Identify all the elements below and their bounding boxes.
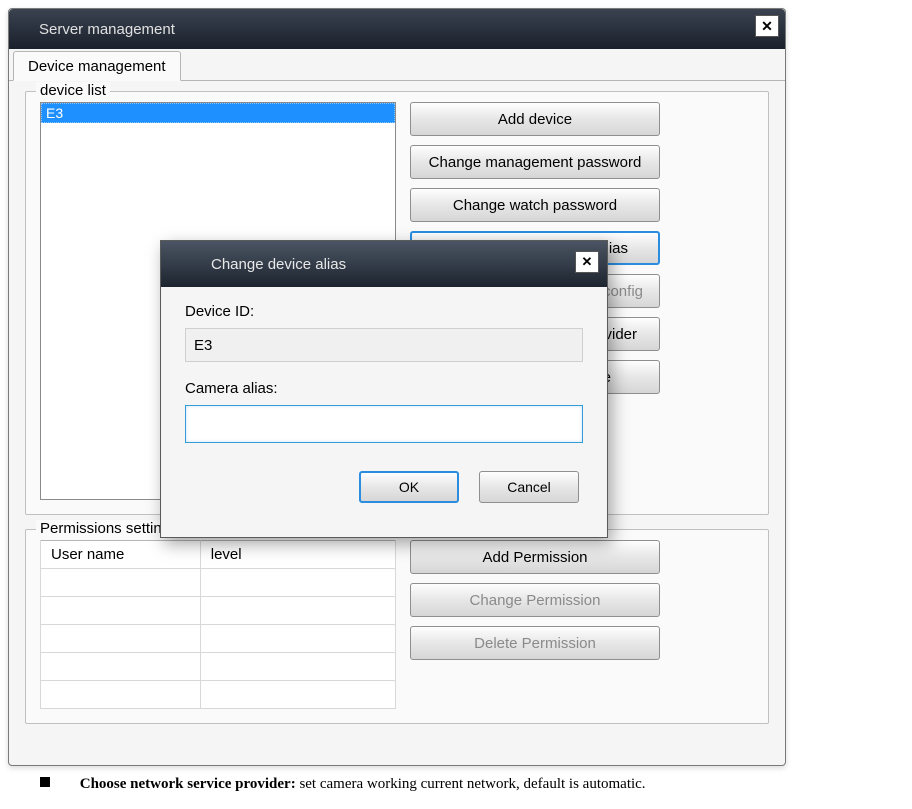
change-device-alias-dialog: Change device alias ✕ Device ID: Camera … — [160, 240, 608, 538]
change-watch-password-button[interactable]: Change watch password — [410, 188, 660, 222]
permissions-col-user[interactable]: User name — [41, 541, 201, 569]
device-id-label: Device ID: — [185, 303, 583, 320]
table-cell[interactable] — [200, 625, 395, 653]
table-cell[interactable] — [41, 597, 201, 625]
change-permission-button[interactable]: Change Permission — [410, 583, 660, 617]
add-permission-button[interactable]: Add Permission — [410, 540, 660, 574]
footnote-rest: set camera working current network, defa… — [296, 776, 646, 792]
table-cell[interactable] — [41, 569, 201, 597]
change-management-password-button[interactable]: Change management password — [410, 145, 660, 179]
table-cell[interactable] — [41, 681, 201, 709]
table-cell[interactable] — [41, 625, 201, 653]
cancel-button[interactable]: Cancel — [479, 471, 579, 503]
modal-title: Change device alias — [211, 256, 346, 273]
close-icon: ✕ — [582, 254, 593, 270]
modal-close-button[interactable]: ✕ — [575, 251, 599, 273]
permission-buttons-column: Add Permission Change Permission Delete … — [410, 540, 660, 660]
bullet-icon — [40, 777, 50, 787]
delete-permission-button[interactable]: Delete Permission — [410, 626, 660, 660]
device-id-field — [185, 328, 583, 362]
permissions-group: Permissions setting User name level Add … — [25, 529, 769, 724]
footnote-bold: Choose network service provider: — [80, 776, 296, 792]
close-icon: ✕ — [761, 18, 773, 35]
camera-alias-label: Camera alias: — [185, 380, 583, 397]
device-list-item[interactable]: E3 — [41, 103, 395, 123]
main-window-title: Server management — [39, 21, 175, 38]
modal-body: Device ID: Camera alias: OK Cancel — [161, 287, 607, 513]
table-cell[interactable] — [200, 597, 395, 625]
table-cell[interactable] — [200, 653, 395, 681]
table-cell[interactable] — [41, 653, 201, 681]
modal-button-row: OK Cancel — [185, 471, 583, 503]
main-close-button[interactable]: ✕ — [755, 15, 779, 37]
tab-strip: Device management — [9, 49, 785, 81]
table-cell[interactable] — [200, 681, 395, 709]
permissions-label: Permissions setting — [36, 520, 174, 537]
device-list-label: device list — [36, 82, 110, 99]
table-cell[interactable] — [200, 569, 395, 597]
modal-titlebar: Change device alias ✕ — [161, 241, 607, 287]
add-device-button[interactable]: Add device — [410, 102, 660, 136]
ok-button[interactable]: OK — [359, 471, 459, 503]
camera-alias-input[interactable] — [185, 405, 583, 443]
footnote: Choose network service provider: set cam… — [40, 776, 910, 793]
main-titlebar: Server management ✕ — [9, 9, 785, 49]
permissions-col-level[interactable]: level — [200, 541, 395, 569]
tab-device-management[interactable]: Device management — [13, 51, 181, 81]
permissions-table: User name level — [40, 540, 396, 709]
